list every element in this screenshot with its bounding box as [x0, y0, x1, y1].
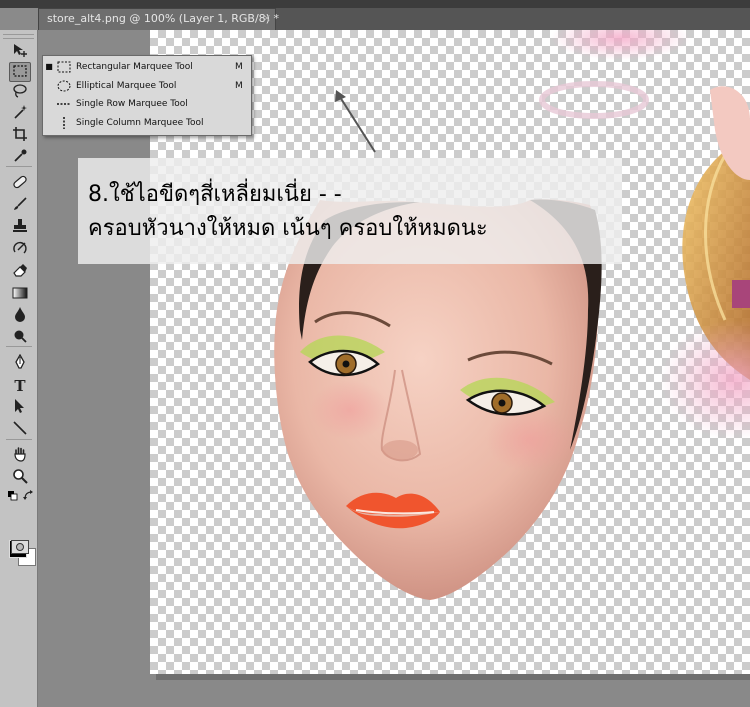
history-brush-icon: [12, 240, 28, 260]
crop-icon: [12, 126, 28, 146]
flyout-item-label: Single Row Marquee Tool: [76, 99, 188, 109]
blush-left: [310, 380, 390, 440]
document-tab-title: store_alt4.png @ 100% (Layer 1, RGB/8) *: [47, 12, 279, 25]
pink-glow: [550, 16, 690, 60]
tools-panel: T: [0, 30, 38, 707]
tool-separator: [6, 346, 32, 347]
eraser-icon: [12, 262, 28, 282]
flyout-item-shortcut: M: [235, 62, 243, 72]
marquee-tool[interactable]: [9, 62, 31, 82]
drop-icon: [12, 306, 28, 326]
blur-tool[interactable]: [9, 306, 31, 326]
zoom-icon: [12, 468, 28, 488]
flyout-item-label: Rectangular Marquee Tool: [76, 62, 193, 72]
brush-icon: [12, 196, 28, 216]
quick-mask-icon[interactable]: [11, 540, 29, 554]
annotation-caption: 8.ใช้ไอขีดๆสี่เหลี่ยมเนี่ย - - ครอบหัวนา…: [78, 158, 622, 264]
zoom-tool[interactable]: [9, 468, 31, 488]
line-icon: [12, 420, 28, 440]
gradient-tool[interactable]: [9, 284, 31, 304]
gradient-icon: [12, 285, 28, 304]
ellipse-marquee-icon: [57, 80, 71, 92]
type-tool[interactable]: T: [9, 376, 31, 396]
pupil-left: [342, 360, 350, 368]
caption-line-2: ครอบหัวนางให้หมด เน้นๆ ครอบให้หมดนะ: [88, 216, 488, 241]
pen-tool[interactable]: [9, 353, 31, 374]
tool-separator: [6, 439, 32, 440]
close-icon[interactable]: ×: [263, 9, 271, 29]
dress-glow: [660, 320, 750, 440]
document-tab[interactable]: store_alt4.png @ 100% (Layer 1, RGB/8) *…: [38, 8, 279, 30]
nose-tip: [382, 440, 418, 460]
marquee-tool-flyout: ■ Rectangular Marquee Tool M Elliptical Mar…: [42, 55, 252, 136]
pen-icon: [12, 353, 28, 374]
type-icon: T: [14, 377, 26, 395]
clone-stamp-tool[interactable]: [9, 218, 31, 238]
pointer-arrow-head: [335, 90, 346, 102]
tool-separator: [6, 166, 32, 167]
line-tool[interactable]: [9, 420, 31, 440]
move-icon: [12, 42, 28, 62]
flyout-item-label: Single Column Marquee Tool: [76, 117, 204, 128]
arrow-icon: [12, 398, 28, 418]
move-tool[interactable]: [9, 42, 31, 62]
ribbon-loop: [539, 81, 649, 119]
dress-strap: [732, 280, 750, 308]
lasso-icon: [12, 83, 28, 103]
row-marquee-icon: [57, 98, 71, 110]
default-colors-icon[interactable]: [6, 489, 20, 503]
path-selection-tool[interactable]: [9, 398, 31, 418]
swap-colors-icon[interactable]: [22, 489, 36, 503]
document-tab-bar: store_alt4.png @ 100% (Layer 1, RGB/8) *…: [38, 8, 750, 30]
flyout-item-ellipse[interactable]: Elliptical Marquee Tool M: [43, 77, 251, 95]
title-strip: [0, 0, 750, 8]
flyout-item-col[interactable]: Single Column Marquee Tool: [43, 114, 251, 132]
rect-marquee-icon: [57, 61, 71, 73]
dodge-tool[interactable]: [9, 328, 31, 348]
history-brush-tool[interactable]: [9, 240, 31, 260]
eyedropper-tool[interactable]: [9, 148, 31, 168]
flyout-item-row[interactable]: Single Row Marquee Tool: [43, 95, 251, 113]
flyout-item-label: Elliptical Marquee Tool: [76, 80, 177, 91]
blush-right: [486, 408, 574, 472]
hand-tool[interactable]: [9, 446, 31, 466]
caption-line-1: 8.ใช้ไอขีดๆสี่เหลี่ยมเนี่ย - -: [88, 182, 342, 207]
eraser-tool[interactable]: [9, 262, 31, 282]
pointer-arrow-line: [339, 96, 376, 153]
bandage-icon: [12, 174, 28, 194]
stamp-icon: [12, 218, 28, 238]
lasso-tool[interactable]: [9, 83, 31, 103]
brush-tool[interactable]: [9, 196, 31, 216]
hand-icon: [12, 446, 28, 466]
eyedropper-icon: [12, 148, 28, 168]
healing-brush-tool[interactable]: [9, 174, 31, 194]
panel-grip[interactable]: [3, 34, 34, 39]
dodge-icon: [12, 328, 28, 348]
col-marquee-icon: [57, 116, 71, 129]
crop-tool[interactable]: [9, 126, 31, 146]
rectangular-marquee-icon: [12, 63, 28, 82]
pupil-right: [498, 399, 506, 407]
canvas-shadow: [156, 674, 750, 680]
flyout-item-shortcut: M: [235, 80, 243, 91]
magic-wand-tool[interactable]: [9, 104, 31, 124]
magic-wand-icon: [12, 104, 28, 124]
selected-marker: ■: [45, 62, 53, 71]
flyout-item-rect[interactable]: ■ Rectangular Marquee Tool M: [43, 58, 251, 76]
